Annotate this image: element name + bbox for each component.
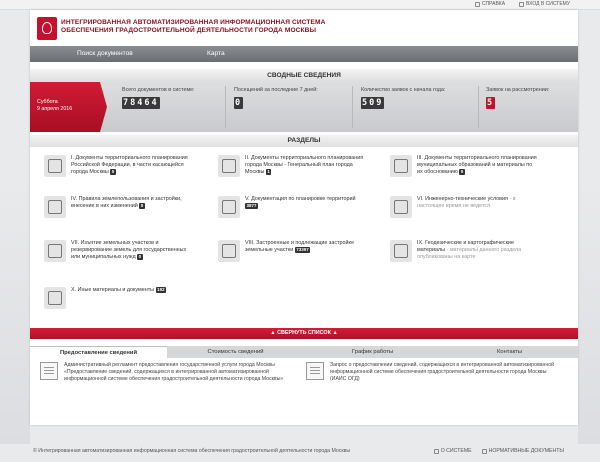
section-2[interactable]: II. Документы территориального планирова… xyxy=(218,155,365,177)
section-5[interactable]: V. Документация по планировке территорий… xyxy=(218,196,365,218)
stat-visits: Посещений за последние 7 дней: 0 xyxy=(234,87,318,109)
site-title: ИНТЕГРИРОВАННАЯ АВТОМАТИЗИРОВАННАЯ ИНФОР… xyxy=(61,19,326,34)
docs-counter: 78464 xyxy=(122,97,160,109)
documents-icon xyxy=(44,287,66,309)
help-link[interactable]: СПРАВКА xyxy=(474,1,505,7)
tab-cost[interactable]: Стоимость сведений xyxy=(167,346,304,358)
header: ИНТЕГРИРОВАННАЯ АВТОМАТИЗИРОВАННАЯ ИНФОР… xyxy=(30,10,578,46)
requests-counter: 509 xyxy=(361,97,385,109)
request-link[interactable]: Запрос о предоставлении сведений, содерж… xyxy=(306,362,556,382)
document-icon xyxy=(306,362,324,380)
main-page: ИНТЕГРИРОВАННАЯ АВТОМАТИЗИРОВАННАЯ ИНФОР… xyxy=(30,10,578,425)
main-nav: Поиск документов Карта xyxy=(30,46,578,62)
current-date: Суббота 9 апреля 2016 xyxy=(30,82,107,132)
nav-map[interactable]: Карта xyxy=(160,46,290,62)
section-10[interactable]: X. Иные материалы и документы 192 xyxy=(44,287,191,309)
info-icon xyxy=(433,448,439,454)
regulation-link[interactable]: Административный регламент предоставлени… xyxy=(40,362,290,382)
section-8[interactable]: VIII. Застроенные и подлежащие застройке… xyxy=(218,240,365,262)
tab-schedule[interactable]: График работы xyxy=(304,346,441,358)
map-icon xyxy=(390,240,412,262)
summary-panel: Суббота 9 апреля 2016 Всего документов в… xyxy=(30,82,578,132)
section-9[interactable]: IX. Геодезические и картографические мат… xyxy=(390,240,537,262)
login-link[interactable]: ВХОД В СИСТЕМУ xyxy=(519,1,570,7)
section-1[interactable]: I. Документы территориального планирован… xyxy=(44,155,191,177)
summary-title: СВОДНЫЕ СВЕДЕНИЯ xyxy=(30,69,578,82)
login-icon xyxy=(519,1,525,7)
section-4[interactable]: IV. Правила землепользования и застройки… xyxy=(44,196,191,218)
background-skyline-right xyxy=(578,180,600,444)
nav-search-documents[interactable]: Поиск документов xyxy=(30,46,160,62)
top-bar: СПРАВКА ВХОД В СИСТЕМУ xyxy=(0,0,600,10)
arrows-icon xyxy=(44,240,66,262)
visits-counter: 0 xyxy=(234,97,244,109)
section-3[interactable]: III. Документы территориального планиров… xyxy=(390,155,537,177)
moscow-emblem-icon[interactable] xyxy=(37,17,57,40)
help-icon xyxy=(474,1,480,7)
collapse-list-button[interactable]: ▲ СВЕРНУТЬ СПИСОК ▲ xyxy=(30,328,578,339)
divider xyxy=(225,86,226,128)
review-counter: 5 xyxy=(486,97,496,109)
info-tabs: Предоставление сведений Стоимость сведен… xyxy=(30,346,578,358)
section-7[interactable]: VII. Изъятие земельных участков и резерв… xyxy=(44,240,191,262)
footer: © Интегрированная автоматизированная инф… xyxy=(33,448,564,454)
about-link[interactable]: О СИСТЕМЕ xyxy=(433,448,472,454)
building-icon xyxy=(44,196,66,218)
document-icon xyxy=(40,362,58,380)
tab-provision[interactable]: Предоставление сведений xyxy=(30,346,167,358)
tree-icon xyxy=(390,196,412,218)
sections-title: РАЗДЕЛЫ xyxy=(30,135,578,147)
eagle-emblem-icon xyxy=(44,155,66,177)
normative-docs-link[interactable]: НОРМАТИВНЫЕ ДОКУМЕНТЫ xyxy=(481,448,564,454)
stat-total-docs: Всего документов в системе: 78464 xyxy=(122,87,195,109)
background-skyline-left xyxy=(0,180,30,444)
section-6[interactable]: VI. Инженерно-технические условия - в на… xyxy=(390,196,537,218)
stat-requests: Количество заявок с начала года: 509 xyxy=(361,87,446,109)
document-small-icon xyxy=(481,448,487,454)
planning-icon xyxy=(218,196,240,218)
houses-icon xyxy=(390,155,412,177)
moscow-coat-icon xyxy=(218,155,240,177)
construction-icon xyxy=(218,240,240,262)
tab-contacts[interactable]: Контакты xyxy=(441,346,578,358)
divider xyxy=(478,86,479,128)
divider xyxy=(352,86,353,128)
stat-review: Заявок на рассмотрении: 5 xyxy=(486,87,550,109)
